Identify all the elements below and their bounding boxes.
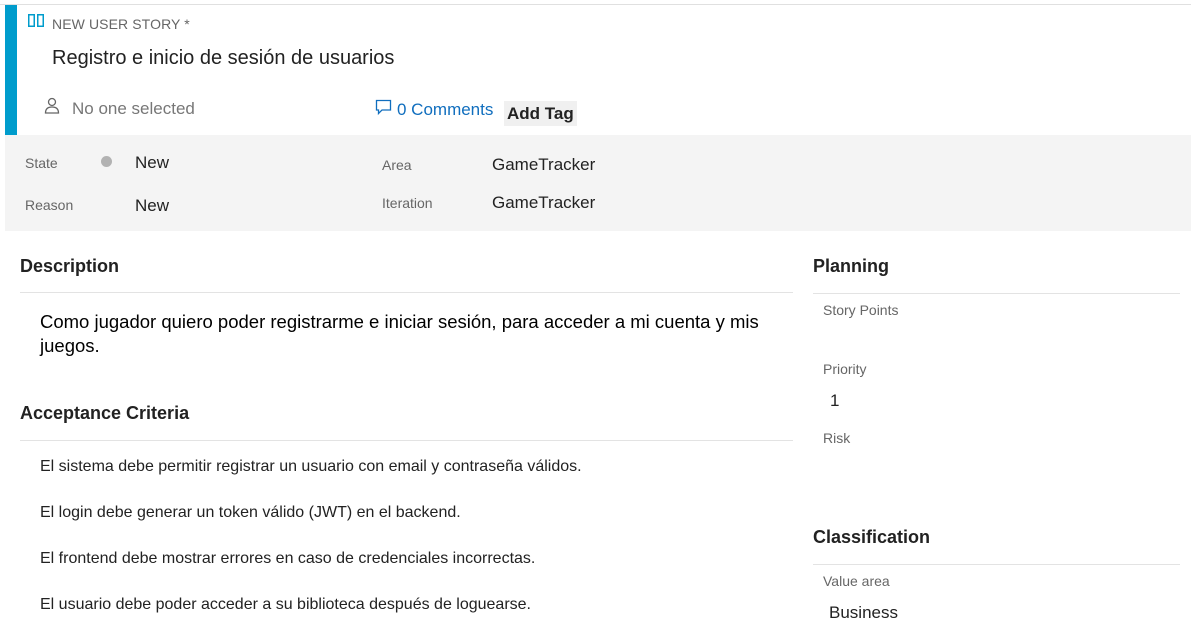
classification-heading: Classification — [813, 527, 931, 547]
work-item-type-row: NEW USER STORY * — [27, 13, 190, 34]
description-heading: Description — [20, 256, 120, 276]
risk-label: Risk — [823, 430, 851, 446]
priority-field[interactable]: 1 — [830, 391, 839, 411]
state-indicator — [101, 156, 112, 167]
acceptance-criterion[interactable]: El sistema debe permitir registrar un us… — [40, 458, 582, 476]
person-icon — [44, 97, 60, 120]
acceptance-criterion[interactable]: El frontend debe mostrar errores en caso… — [40, 550, 535, 568]
work-item-header: NEW USER STORY * Registro e inicio de se… — [0, 4, 1191, 136]
assignee-name: No one selected — [72, 98, 195, 118]
planning-divider — [813, 293, 1180, 294]
comment-icon — [375, 99, 392, 121]
state-label: State — [25, 155, 58, 171]
area-value[interactable]: GameTracker — [492, 155, 595, 175]
assigned-to-picker[interactable]: No one selected — [44, 97, 195, 120]
story-points-label: Story Points — [823, 302, 899, 318]
acceptance-criterion[interactable]: El login debe generar un token válido (J… — [40, 504, 461, 522]
work-item-fields: State New Reason New Area GameTracker It… — [5, 135, 1191, 231]
description-field[interactable]: Como jugador quiero poder registrarme e … — [40, 310, 790, 358]
state-value[interactable]: New — [135, 153, 169, 173]
book-icon — [27, 13, 45, 34]
reason-label: Reason — [25, 197, 74, 213]
planning-heading: Planning — [813, 256, 889, 276]
add-tag-button[interactable]: Add Tag — [504, 101, 577, 126]
iteration-value[interactable]: GameTracker — [492, 193, 595, 213]
reason-value[interactable]: New — [135, 196, 169, 216]
value-area-field[interactable]: Business — [829, 603, 898, 623]
acceptance-criterion[interactable]: El usuario debe poder acceder a su bibli… — [40, 596, 531, 614]
description-divider — [20, 292, 793, 293]
area-label: Area — [382, 157, 412, 173]
comments-count: 0 Comments — [397, 100, 494, 119]
work-item-type-label: NEW USER STORY * — [52, 15, 190, 32]
work-item-type-color-bar — [5, 5, 17, 136]
acceptance-criteria-divider — [20, 440, 793, 441]
classification-divider — [813, 564, 1180, 565]
acceptance-criteria-heading: Acceptance Criteria — [20, 403, 190, 423]
priority-label: Priority — [823, 361, 867, 377]
value-area-label: Value area — [823, 573, 890, 589]
work-item-title[interactable]: Registro e inicio de sesión de usuarios — [52, 47, 394, 70]
iteration-label: Iteration — [382, 195, 433, 211]
comments-link[interactable]: 0 Comments — [375, 99, 493, 121]
